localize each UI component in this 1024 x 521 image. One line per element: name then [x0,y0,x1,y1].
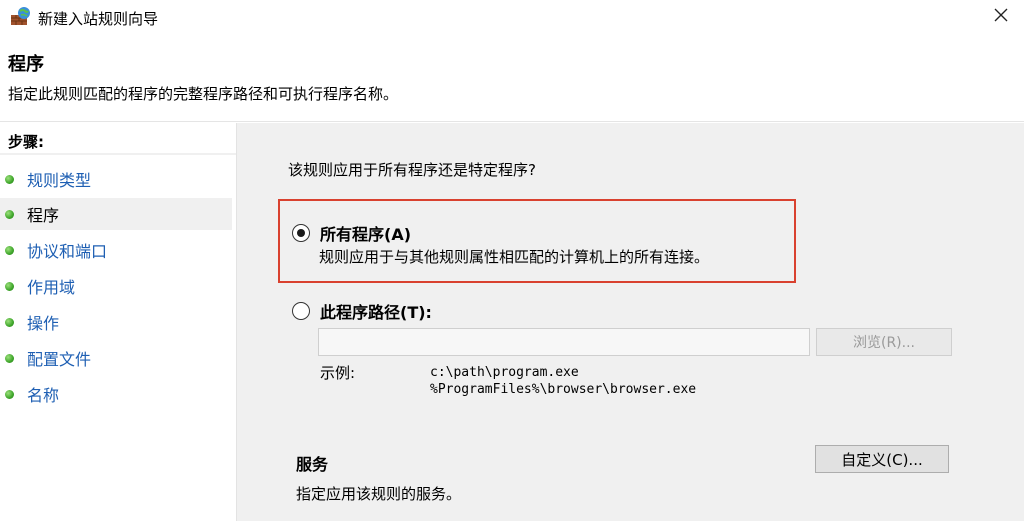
step-bullet-icon [5,245,14,255]
page-title: 程序 [8,54,44,75]
step-label: 操作 [27,314,60,333]
step-bullet-icon [5,281,14,291]
step-bullet-icon [5,174,14,184]
window-title: 新建入站规则向导 [38,10,159,28]
radio-selected-dot [297,229,305,237]
close-button[interactable] [978,0,1024,34]
step-label: 配置文件 [27,350,92,369]
radio-all-programs-label: 所有程序(A) [320,225,412,244]
firewall-icon [10,6,32,26]
step-name[interactable]: 名称 [0,378,232,410]
wizard-header: 程序 指定此规则匹配的程序的完整程序路径和可执行程序名称。 [0,36,1024,122]
step-bullet-icon [5,209,14,219]
step-bullet-icon [5,317,14,327]
radio-button[interactable] [292,302,310,320]
radio-all-programs[interactable]: 所有程序(A) [292,221,411,245]
step-label: 作用域 [27,278,76,297]
step-bullet-icon [5,389,14,399]
step-label: 协议和端口 [27,242,108,261]
customize-button[interactable]: 自定义(C)... [815,445,949,473]
services-description: 指定应用该规则的服务。 [296,485,462,503]
step-program[interactable]: 程序 [0,198,232,230]
main-panel: 该规则应用于所有程序还是特定程序? 所有程序(A) 规则应用于与其他规则属性相匹… [237,123,1024,521]
step-scope[interactable]: 作用域 [0,270,232,302]
steps-divider [0,153,236,155]
step-rule-type[interactable]: 规则类型 [0,163,232,195]
question-text: 该规则应用于所有程序还是特定程序? [288,161,536,179]
browse-button[interactable]: 浏览(R)... [816,328,952,356]
steps-sidebar: 步骤: 规则类型 程序 协议和端口 作用域 操作 配置文件 名称 [0,123,236,521]
step-action[interactable]: 操作 [0,306,232,338]
services-title: 服务 [296,455,329,474]
program-path-input[interactable] [318,328,810,356]
title-bar: 新建入站规则向导 [0,0,1024,36]
step-protocol-ports[interactable]: 协议和端口 [0,234,232,266]
radio-program-path[interactable]: 此程序路径(T): [292,299,432,323]
radio-button[interactable] [292,224,310,242]
step-label: 程序 [27,206,60,225]
page-description: 指定此规则匹配的程序的完整程序路径和可执行程序名称。 [8,85,399,103]
step-profile[interactable]: 配置文件 [0,342,232,374]
steps-label: 步骤: [8,133,44,151]
step-bullet-icon [5,353,14,363]
step-label: 名称 [27,386,60,405]
radio-program-path-label: 此程序路径(T): [320,303,432,322]
example-label: 示例: [320,364,356,382]
close-icon [993,7,1009,27]
all-programs-description: 规则应用于与其他规则属性相匹配的计算机上的所有连接。 [319,248,710,266]
example-paths: c:\path\program.exe %ProgramFiles%\brows… [430,365,697,397]
step-label: 规则类型 [27,171,92,190]
